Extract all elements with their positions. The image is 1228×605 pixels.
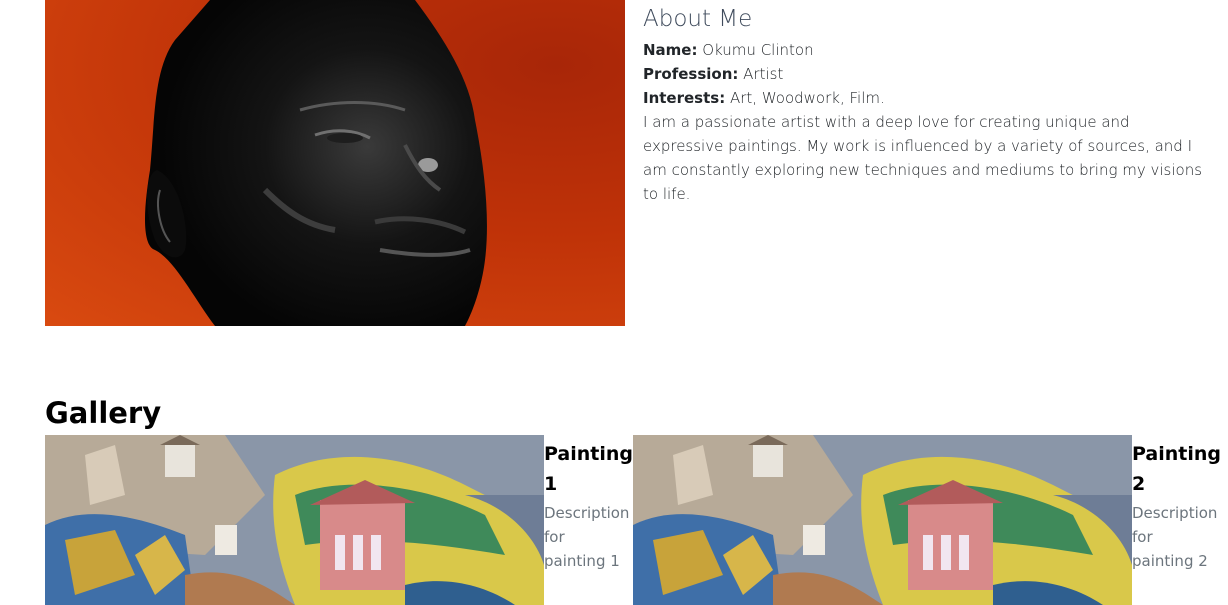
painting-caption: Painting 1 Description for painting 1 [544,439,633,573]
painting-title: Painting 2 [1132,443,1221,495]
interests-line: Interests: Art, Woodwork, Film. [643,86,1213,110]
painting-image[interactable] [45,435,544,605]
name-label: Name: [643,41,698,59]
interests-value: Art, Woodwork, Film. [729,89,885,107]
painting-image[interactable] [633,435,1132,605]
name-line: Name: Okumu Clinton [643,38,1213,62]
gallery-title: Gallery [45,396,162,430]
painting-caption: Painting 2 Description for painting 2 [1132,439,1221,573]
name-value: Okumu Clinton [702,41,814,59]
painting-description: Description for painting 2 [1132,504,1218,570]
interests-label: Interests: [643,89,726,107]
bio-text: I am a passionate artist with a deep lov… [643,113,1203,203]
about-section: About Me Name: Okumu Clinton Profession:… [643,4,1213,206]
painting-description: Description for painting 1 [544,504,630,570]
profession-label: Profession: [643,65,739,83]
artist-portrait-image [45,0,625,326]
about-title: About Me [643,6,753,32]
profession-value: Artist [743,65,784,83]
profession-line: Profession: Artist [643,62,1213,86]
painting-title: Painting 1 [544,443,633,495]
